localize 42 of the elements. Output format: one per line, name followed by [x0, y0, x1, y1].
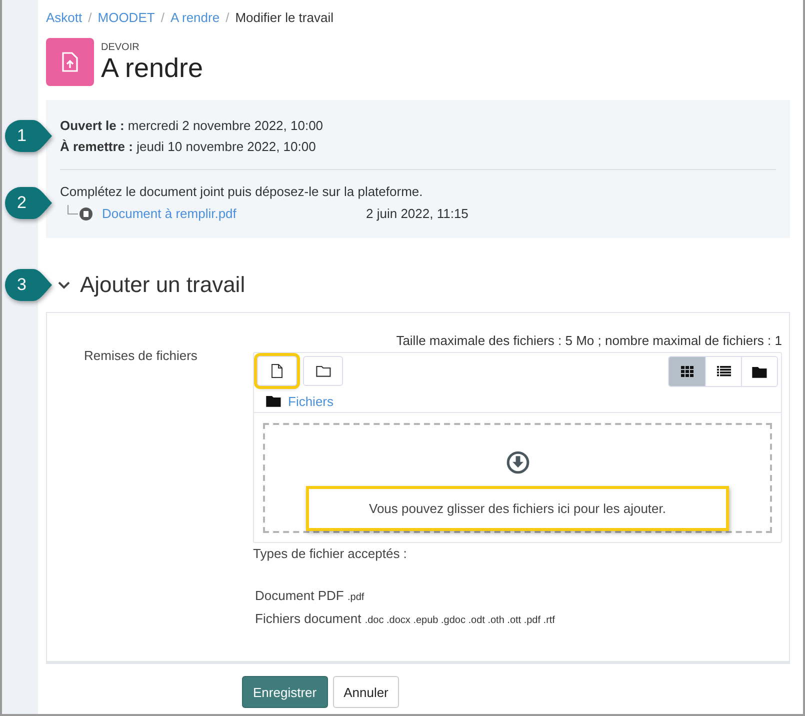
page-title: A rendre — [101, 52, 204, 82]
view-toggle[interactable] — [668, 356, 778, 387]
folder-icon — [266, 395, 281, 407]
file-tree-icon — [67, 205, 95, 221]
attachment-link[interactable]: Document à remplir.pdf — [102, 206, 366, 220]
breadcrumb-separator: / — [226, 10, 230, 24]
step-callout: 2 — [4, 186, 54, 220]
list-view-icon — [716, 366, 730, 377]
step-callout: 3 — [4, 268, 54, 302]
file-type: Document PDF .pdf — [255, 587, 366, 605]
drop-zone[interactable]: Vous pouvez glisser des fichiers ici pour les ajouter. — [263, 423, 772, 533]
attachment-date: 2 juin 2022, 11:15 — [366, 206, 468, 220]
breadcrumb-link[interactable]: Askott — [46, 10, 82, 24]
assignment-icon — [46, 38, 94, 86]
breadcrumb-separator: / — [88, 10, 92, 24]
grid-view-icon — [680, 366, 694, 377]
cancel-button[interactable]: Annuler — [332, 676, 400, 708]
file-icon — [271, 364, 283, 378]
folder-view-icon — [752, 366, 767, 378]
add-file-button[interactable] — [257, 356, 297, 386]
file-limits: Taille maximale des fichiers : 5 Mo ; nombre maximal de fichiers : 1 — [395, 333, 782, 348]
section-title[interactable]: Ajouter un travail — [80, 272, 246, 298]
file-type: Fichiers document .doc .docx .epub .gdoc .odt .oth .ott .pdf .rtf — [255, 610, 556, 628]
accepted-types-label: Types de fichier acceptés : — [253, 546, 408, 561]
date-line: À remettre : jeudi 10 novembre 2022, 10:00 — [60, 138, 317, 156]
activity-type: DEVOIR — [101, 42, 140, 52]
folder-path-link[interactable]: Fichiers — [288, 394, 334, 408]
drop-message: Vous pouvez glisser des fichiers ici pour les ajouter. — [306, 486, 729, 531]
chevron-icon[interactable] — [58, 279, 70, 291]
breadcrumb-link[interactable]: A rendre — [170, 10, 220, 24]
field-label: Remises de fichiers — [84, 347, 198, 365]
view-mode-button[interactable] — [741, 357, 777, 386]
save-button[interactable]: Enregistrer — [242, 676, 328, 708]
breadcrumb-link[interactable]: MOODET — [98, 10, 155, 24]
date-line: Ouvert le : mercredi 2 novembre 2022, 10:00 — [60, 117, 324, 135]
add-folder-button[interactable] — [303, 356, 343, 386]
step-callout: 1 — [4, 119, 54, 153]
description: Complétez le document joint puis déposez-le sur la plateforme. — [60, 183, 424, 201]
view-mode-button[interactable] — [669, 357, 705, 386]
folder-icon — [316, 365, 330, 377]
breadcrumb-separator: / — [160, 10, 164, 24]
breadcrumb-current: Modifier le travail — [235, 10, 334, 24]
